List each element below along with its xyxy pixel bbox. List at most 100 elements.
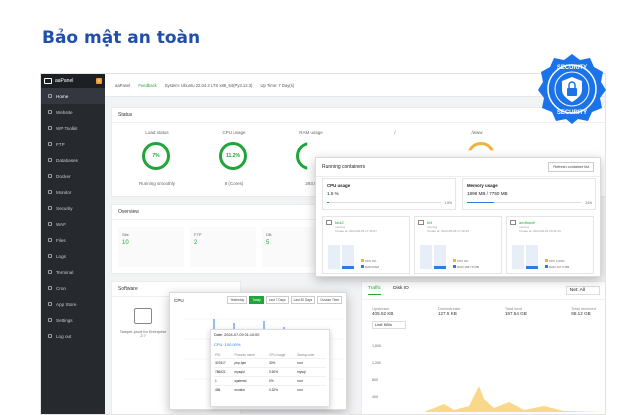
- gauge-ram-label: RAM usage: [299, 130, 323, 135]
- table-cell: 307617: [214, 358, 234, 368]
- cpu-bar: [328, 245, 340, 269]
- page-headline: Bảo mật an toàn: [42, 28, 201, 48]
- sidebar-item-label: WP Toolkit: [56, 125, 78, 131]
- container-card[interactable]: aedfoodf running Create at: 2024-08-26 09:…: [506, 216, 594, 274]
- table-cell: mysql: [296, 367, 326, 377]
- uptime-info: Up Time: 7 Day(s): [260, 82, 295, 88]
- status-title: Status: [112, 108, 605, 123]
- nav-icon: [48, 206, 52, 210]
- nav-icon: [48, 222, 52, 226]
- container-icon: [510, 220, 516, 225]
- logo-icon: [44, 78, 52, 84]
- unit-select[interactable]: Unit: KB/s: [372, 321, 406, 329]
- sidebar-item-wp-toolkit[interactable]: WP Toolkit: [41, 120, 105, 136]
- nav-icon: [48, 270, 52, 274]
- sidebar-item-ftp[interactable]: FTP: [41, 136, 105, 152]
- sidebar-item-files[interactable]: Files: [41, 232, 105, 248]
- app-name: aaPanel: [55, 78, 74, 84]
- system-info: System: Ubuntu 22.04.2 LTS x86_64(Py3.12…: [164, 82, 253, 88]
- container-cpu: 0%: [464, 259, 469, 263]
- sidebar-item-waf[interactable]: WAF: [41, 216, 105, 232]
- tab-traffic[interactable]: Traffic: [368, 286, 382, 295]
- sidebar-item-app-store[interactable]: App Store: [41, 296, 105, 312]
- overview-ftp[interactable]: FTP 2: [190, 227, 256, 267]
- feedback-link[interactable]: Feedback: [138, 83, 156, 88]
- cpu-tooltip-value: CPU: 100.00%: [214, 342, 241, 347]
- shield-text-top: SECURITY: [557, 65, 587, 71]
- sidebar-item-log-out[interactable]: Log out: [41, 328, 105, 344]
- sidebar-item-settings[interactable]: Settings: [41, 312, 105, 328]
- container-card[interactable]: hi4 running Create at: 2024-08-28 17:39:49…: [414, 216, 502, 274]
- container-cpu: 0.06%: [556, 259, 565, 263]
- gauge-load-ring: 7%: [142, 142, 170, 170]
- shield-app-icon[interactable]: [134, 308, 152, 324]
- overview-site[interactable]: Site 10: [118, 227, 184, 267]
- nav-icon: [48, 190, 52, 194]
- gauge-www-label: /www: [471, 130, 483, 135]
- container-mem-box: Memory usage 1898 MB / 7750 MB 24%: [462, 178, 596, 210]
- sidebar-item-logs[interactable]: Logs: [41, 248, 105, 264]
- traffic-stats: Upstream 405.52 KB Downstream 127.5 KB Tot…: [362, 300, 605, 316]
- cpu-bar: [420, 245, 432, 269]
- ytick: 1,200: [372, 361, 381, 365]
- container-cpu-box: CPU usage 1.5 % 1.5%: [322, 178, 456, 210]
- notification-badge[interactable]: 5: [96, 78, 102, 84]
- topbar-brand[interactable]: aaPanel: [115, 83, 130, 88]
- nav-icon: [48, 110, 52, 114]
- cpu-bar: [512, 245, 524, 269]
- nav-icon: [48, 302, 52, 306]
- gauge-cpu-ring: 11.2%: [219, 142, 247, 170]
- container-created: Create at: 2024-08-28 17:39:07: [335, 229, 377, 233]
- tab-custom-time[interactable]: Custom Time: [317, 296, 342, 304]
- sidebar-item-label: Home: [56, 93, 69, 99]
- overview-site-label: Site: [122, 232, 129, 237]
- container-mem-pct: 24%: [585, 201, 592, 205]
- container-mem-label: Memory usage: [467, 183, 498, 188]
- tab-today[interactable]: Today: [249, 296, 264, 304]
- container-card[interactable]: tdoi2 running Create at: 2024-08-28 17:39:…: [322, 216, 410, 274]
- gauge-cpu-label: CPU usage: [222, 130, 246, 135]
- refresh-container-button[interactable]: Refresh container list: [548, 162, 594, 172]
- containers-title: Running containers: [322, 164, 366, 170]
- stat-upstream: Upstream 405.52 KB: [372, 306, 394, 316]
- container-ram: 137.3 MB: [556, 265, 570, 269]
- container-cpu: 0%: [372, 259, 377, 263]
- tab-disk-io[interactable]: Disk IO: [393, 286, 409, 295]
- sidebar-item-cron[interactable]: Cron: [41, 280, 105, 296]
- sidebar-item-home[interactable]: Home: [41, 88, 105, 104]
- container-cpu-label: CPU usage: [327, 183, 351, 188]
- sidebar-item-label: Monitor: [56, 189, 72, 195]
- page: Bảo mật an toàn aaPanel 5 Home Website WP …: [0, 0, 637, 415]
- containers-popup: Running containers Refresh container lis…: [315, 157, 601, 277]
- ytick: 800: [372, 378, 378, 382]
- nav-icon: [48, 142, 52, 146]
- stat-downstream: Downstream 127.5 KB: [437, 306, 461, 316]
- sidebar-item-terminal[interactable]: Terminal: [41, 264, 105, 280]
- sidebar-item-databases[interactable]: Databases: [41, 152, 105, 168]
- stat-total-received: Total received 88.12 GB: [571, 306, 596, 316]
- net-select[interactable]: Net: All: [565, 286, 600, 295]
- tab-yesterday[interactable]: Yesterday: [227, 296, 248, 304]
- sidebar-item-label: FTP: [56, 141, 65, 147]
- cpu-popup: CPU Yesterday Today Last 7 Days Last 30 …: [169, 292, 347, 410]
- tab-last-7-days[interactable]: Last 7 Days: [265, 296, 289, 304]
- sidebar-item-security[interactable]: Security: [41, 200, 105, 216]
- container-icon: [418, 220, 424, 225]
- sidebar-item-docker[interactable]: Docker: [41, 168, 105, 184]
- traffic-chart: 1,600 1,200 800 400: [372, 344, 604, 414]
- sidebar-item-monitor[interactable]: Monitor: [41, 184, 105, 200]
- tab-last-30-days[interactable]: Last 30 Days: [290, 296, 316, 304]
- sidebar-nav: Home Website WP Toolkit FTP Databases Docker M…: [41, 88, 105, 344]
- ram-bar: [434, 245, 446, 269]
- nav-icon: [48, 94, 52, 98]
- sidebar-item-website[interactable]: Website: [41, 104, 105, 120]
- table-cell: php-fpm: [233, 358, 268, 368]
- table-cell: root: [296, 385, 326, 394]
- traffic-tabs: Traffic Disk IO Net: All: [362, 282, 605, 300]
- table-cell: root: [296, 376, 326, 386]
- overview-title: Overview: [112, 205, 330, 220]
- sidebar-item-label: Docker: [56, 173, 71, 179]
- nav-icon: [48, 126, 52, 130]
- overview-ftp-value: 2: [194, 240, 198, 246]
- software-item-label[interactable]: Tamper-proof for Enterprise 2.?: [118, 330, 168, 338]
